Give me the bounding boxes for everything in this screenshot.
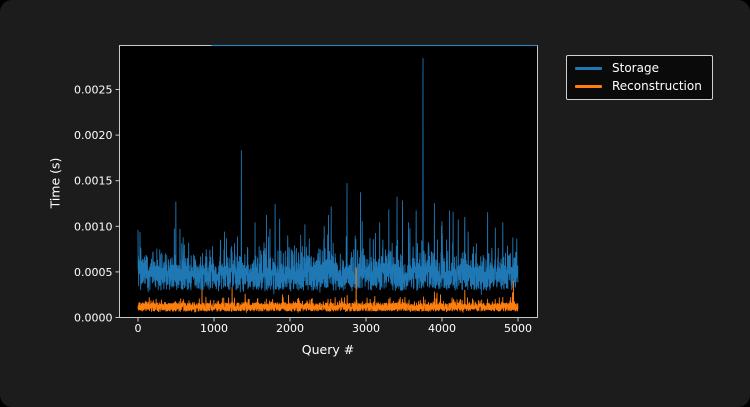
legend-row-storage: Storage — [575, 62, 702, 75]
x-tick-label: 0 — [135, 322, 142, 335]
x-tick-label: 4000 — [428, 322, 456, 335]
reconstruction-line-swatch — [575, 85, 602, 88]
figure-window: 0 1000 2000 3000 4000 5000 0.0000 0.0005 0.0010 0… — [0, 0, 750, 407]
legend-label-storage: Storage — [612, 62, 659, 75]
y-tick-label: 0.0010 — [74, 220, 113, 233]
legend-label-reconstruction: Reconstruction — [612, 80, 702, 93]
legend-row-reconstruction: Reconstruction — [575, 80, 702, 93]
y-axis-label: Time (s) — [48, 158, 63, 209]
y-tick-label: 0.0020 — [74, 129, 113, 142]
x-axis-label: Query # — [119, 342, 537, 357]
y-tick-label: 0.0005 — [74, 266, 113, 279]
x-tick-label: 2000 — [276, 322, 304, 335]
y-tick-label: 0.0025 — [74, 84, 113, 97]
x-tick-label: 1000 — [200, 322, 228, 335]
y-tick-label: 0.0015 — [74, 175, 113, 188]
x-tick-label: 5000 — [504, 322, 532, 335]
x-tick-label: 3000 — [352, 322, 380, 335]
legend: Storage Reconstruction — [566, 55, 713, 100]
storage-line-swatch — [575, 67, 602, 70]
y-tick-label: 0.0000 — [74, 312, 113, 325]
plot-area: 0 1000 2000 3000 4000 5000 0.0000 0.0005 0.0010 0… — [64, 40, 545, 340]
